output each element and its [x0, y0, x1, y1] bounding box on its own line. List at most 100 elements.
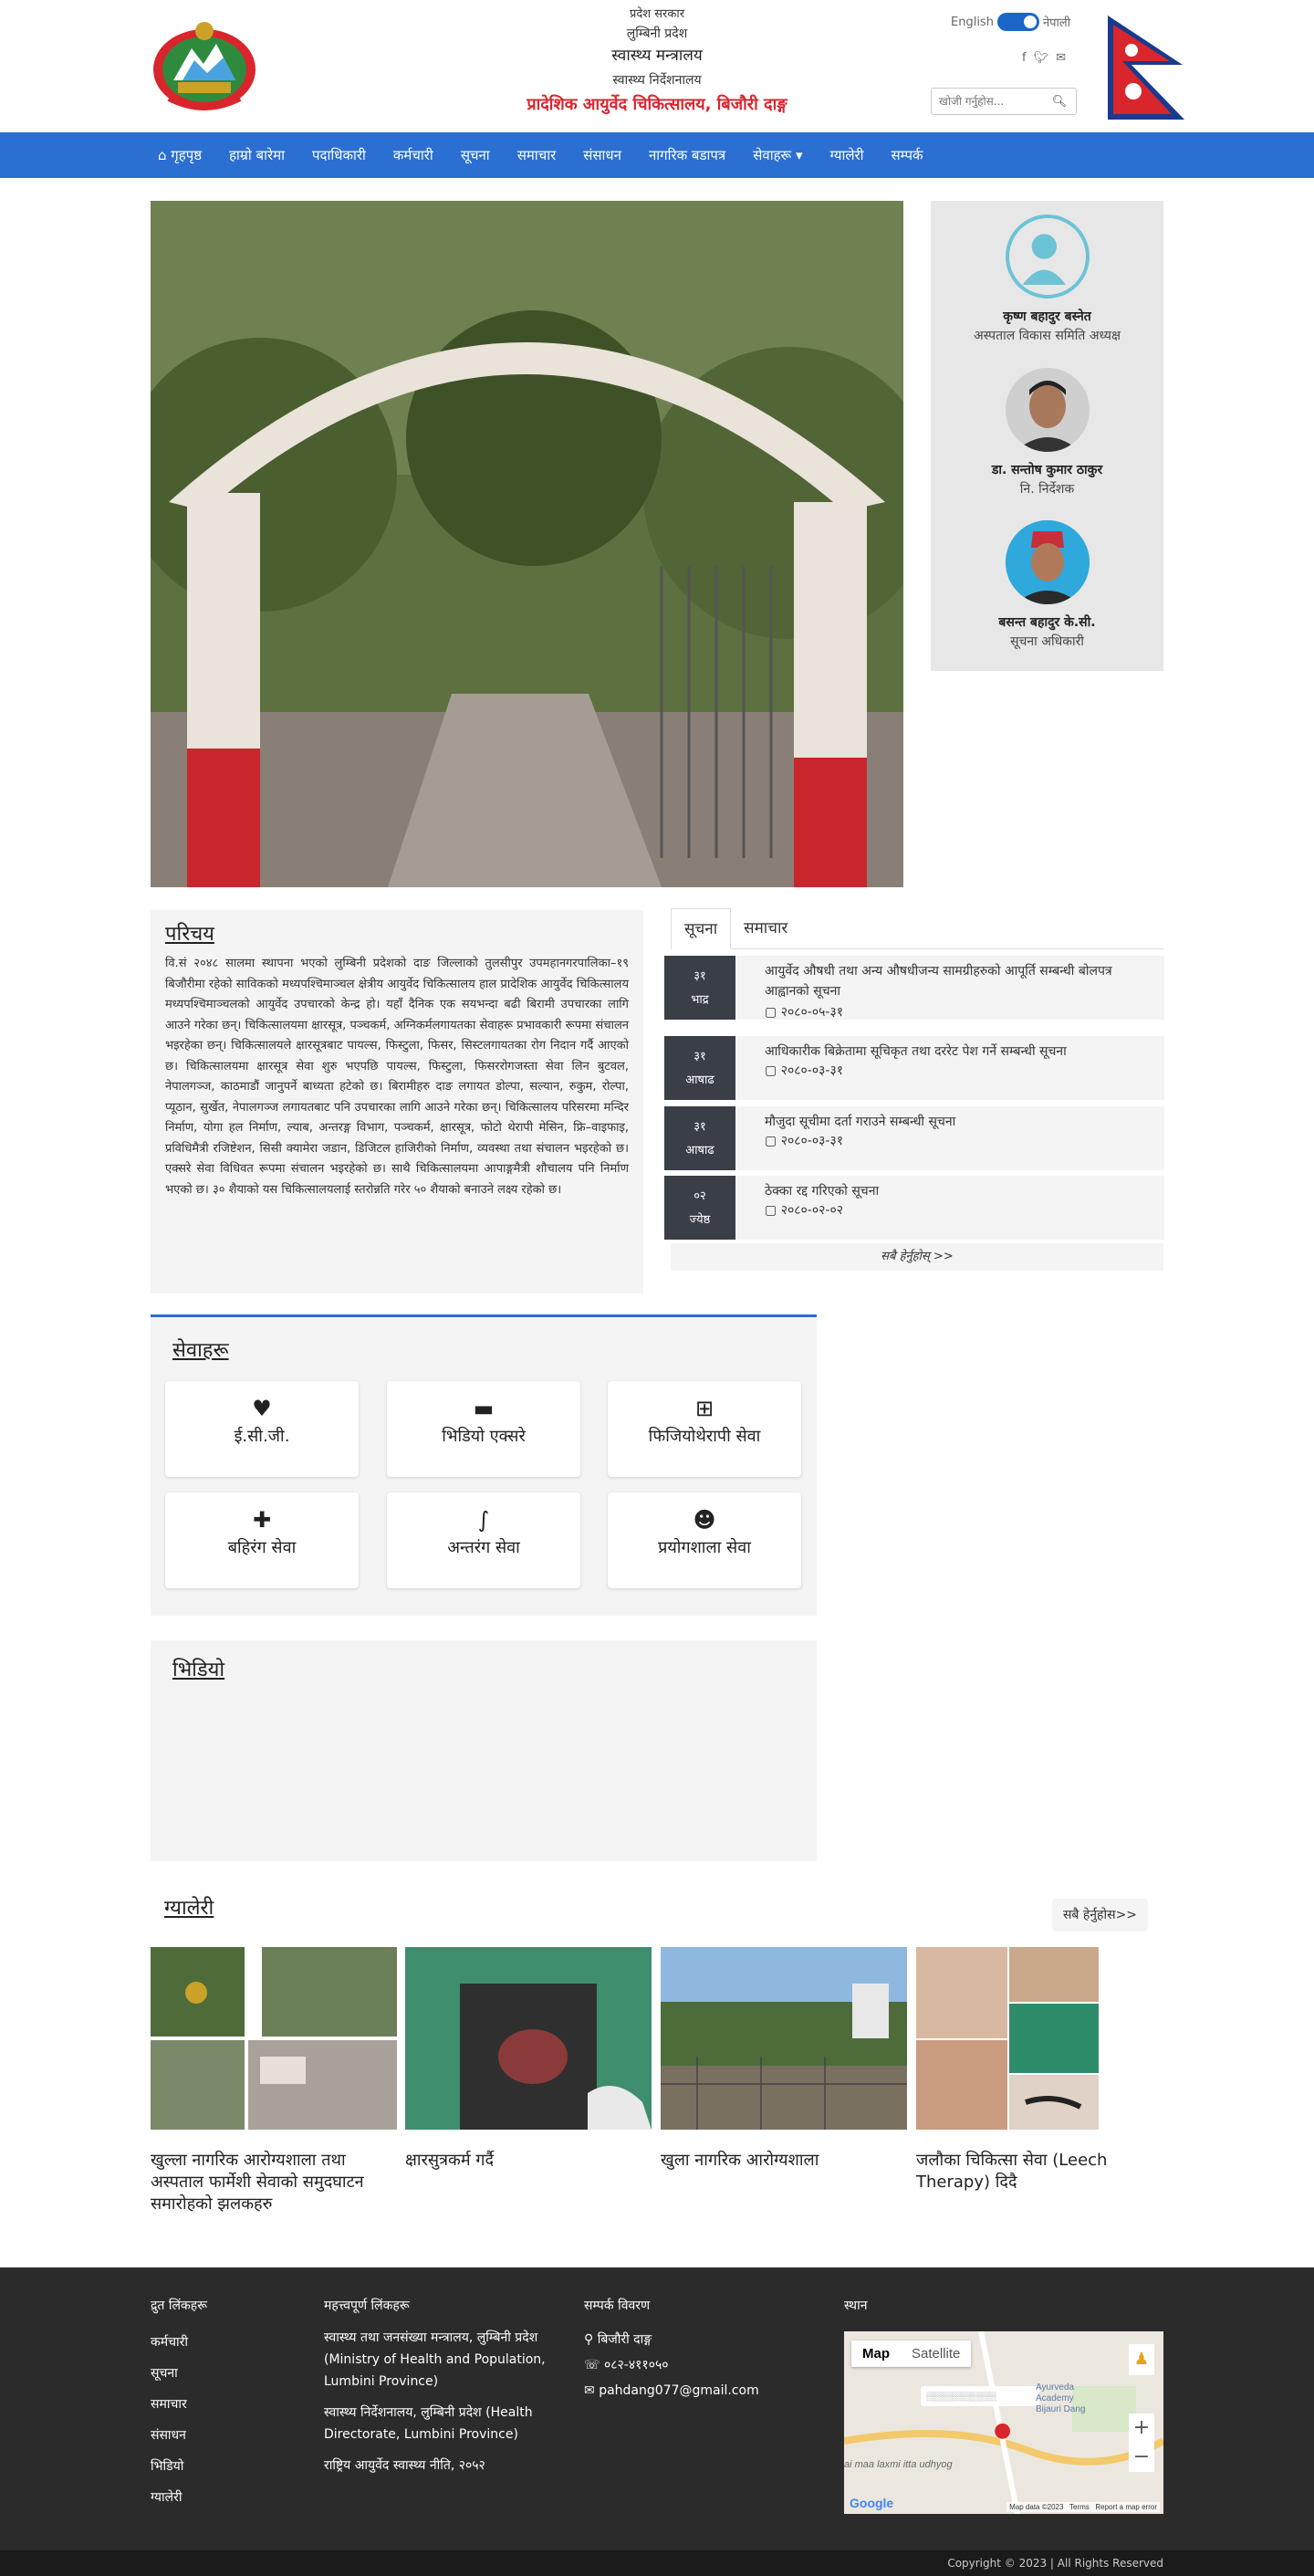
satellite-view-button[interactable]: Satellite	[901, 2340, 971, 2367]
zoom-out-button[interactable]: −	[1129, 2443, 1154, 2472]
contact-email[interactable]: ✉ pahdang077@gmail.com	[584, 2378, 759, 2403]
gallery-photo	[916, 1947, 1163, 2130]
service-card[interactable]: ▬ भिडियो एक्सरे	[387, 1381, 580, 1477]
zoom-controls: + −	[1129, 2414, 1154, 2472]
footer-link-staff[interactable]: कर्मचारी	[151, 2327, 207, 2358]
notice-item[interactable]: ३१ आषाढ मौजुदा सूचीमा दर्ता गराउने सम्बन…	[664, 1106, 1164, 1170]
notice-date-badge: ०२ ज्येष्ठ	[664, 1176, 735, 1240]
official-role: नि. निर्देशक	[1019, 482, 1075, 497]
language-toggle[interactable]	[996, 13, 1039, 31]
gallery-item[interactable]: खुला नागरिक आरोग्यशाला	[661, 1947, 907, 2172]
twitter-icon[interactable]: 🐦︎	[1034, 51, 1049, 65]
footer-heading: सम्पर्क विवरण	[584, 2299, 651, 2313]
nepal-flag	[1108, 16, 1184, 120]
contact-phone[interactable]: ☏ ०८२-४११०५०	[584, 2352, 759, 2378]
section-title: सेवाहरू	[172, 1339, 229, 1362]
notice-tabs: सूचना समाचार	[671, 908, 1163, 949]
notice-title: ठेक्का रद्द गरिएको सूचना	[765, 1184, 880, 1199]
lang-nepali-label: नेपाली	[1042, 16, 1071, 30]
footer-link-notices[interactable]: सूचना	[151, 2358, 207, 2389]
map-marker-pin[interactable]: ●	[994, 2419, 1012, 2443]
nav-gallery[interactable]: ग्यालेरी	[830, 146, 864, 164]
notice-date-badge: ३१ आषाढ	[664, 1036, 735, 1100]
location-column: स्थान	[844, 2297, 868, 2327]
calendar-icon: ▢	[765, 1063, 781, 1078]
search-input[interactable]	[932, 95, 1046, 108]
map-terms-link[interactable]: Terms	[1069, 2503, 1090, 2511]
quick-links-column: द्रुत लिंकहरू कर्मचारी सूचना समाचार संसा…	[151, 2297, 207, 2513]
nav-contact[interactable]: सम्पर्क	[892, 146, 923, 164]
gallery-caption: खुल्ला नागरिक आरोग्यशाला तथा अस्पताल फार…	[151, 2151, 364, 2214]
official-name: बसन्त बहादुर के.सी.	[998, 615, 1096, 630]
officials-panel: कृष्ण बहादुर बस्नेत अस्पताल विकास समिति …	[931, 201, 1163, 671]
notice-title: आयुर्वेद औषधी तथा अन्य औषधीजन्य सामग्रीह…	[765, 964, 1112, 999]
map-marker-icon: ⚲	[584, 2332, 598, 2347]
map-report-link[interactable]: Report a map error	[1095, 2503, 1157, 2511]
footer-link-ministry[interactable]: स्वास्थ्य तथा जनसंख्या मन्त्रालय, लुम्बि…	[324, 2327, 566, 2393]
contact-column: सम्पर्क विवरण ⚲ बिजौरी दाङ्ग ☏ ०८२-४११०५…	[584, 2297, 759, 2403]
footer-link-directorate[interactable]: स्वास्थ्य निर्देशनालय, लुम्बिनी प्रदेश (…	[324, 2402, 566, 2445]
service-card[interactable]: ☻ प्रयोगशाला सेवा	[608, 1492, 801, 1588]
footer-link-video[interactable]: भिडियो	[151, 2451, 207, 2482]
doctor-icon: ☻	[693, 1507, 716, 1533]
footer-heading: द्रुत लिंकहरू	[151, 2299, 208, 2313]
see-all-notices-link[interactable]: सबै हेर्नुहोस् >>	[671, 1243, 1163, 1271]
footer-heading: स्थान	[844, 2299, 868, 2313]
nav-officials[interactable]: पदाधिकारी	[312, 146, 366, 164]
gallery-photo	[151, 1947, 397, 2130]
important-links-column: महत्त्वपूर्ण लिंकहरू स्वास्थ्य तथा जनसंख…	[324, 2297, 566, 2486]
footer-link-resources[interactable]: संसाधन	[151, 2420, 207, 2451]
street-view-pegman-icon[interactable]: ♟	[1129, 2344, 1154, 2375]
service-card[interactable]: ∫ अन्तरंग सेवा	[387, 1492, 580, 1588]
nav-staff[interactable]: कर्मचारी	[393, 146, 433, 164]
user-placeholder-icon	[1022, 234, 1066, 286]
copyright-bar: Copyright © 2023 | All Rights Reserved	[0, 2550, 1314, 2576]
map-view-button[interactable]: Map	[851, 2340, 901, 2367]
footer-link-news[interactable]: समाचार	[151, 2389, 207, 2420]
nav-notices[interactable]: सूचना	[461, 146, 490, 164]
see-all-gallery-button[interactable]: सबै हेर्नुहोस>>	[1052, 1899, 1148, 1932]
nav-services[interactable]: सेवाहरू ▾	[753, 146, 802, 164]
envelope-icon: ✉	[584, 2383, 600, 2398]
plus-square-icon: ⊞	[694, 1396, 714, 1421]
service-card[interactable]: ♥ ई.सी.जी.	[165, 1381, 359, 1477]
notice-title: मौजुदा सूचीमा दर्ता गराउने सम्बन्धी सूचन…	[765, 1115, 956, 1129]
footer-link-gallery[interactable]: ग्यालेरी	[151, 2482, 207, 2513]
calendar-icon: ▢	[765, 1005, 781, 1020]
calendar-icon: ▢	[765, 1203, 781, 1218]
nav-citizen-charter[interactable]: नागरिक बडापत्र	[649, 146, 725, 164]
gallery-item[interactable]: क्षारसुत्रकर्म गर्दै	[405, 1947, 652, 2172]
tab-notices[interactable]: सूचना	[671, 908, 732, 949]
email-icon[interactable]: ✉	[1056, 51, 1066, 65]
gallery-item[interactable]: खुल्ला नागरिक आरोग्यशाला तथा अस्पताल फार…	[151, 1947, 397, 2215]
notice-date: ▢ २०८०-०३-३१	[765, 1063, 844, 1078]
notice-date: ▢ २०८०-०२-०२	[765, 1203, 844, 1218]
gallery-photo	[661, 1947, 907, 2130]
gallery-item[interactable]: जलौका चिकित्सा सेवा (Leech Therapy) दिदै	[916, 1947, 1163, 2194]
nav-about[interactable]: हाम्रो बारेमा	[229, 146, 285, 164]
nav-resources[interactable]: संसाधन	[583, 146, 621, 164]
service-card[interactable]: ⊞ फिजियोथेरापी सेवा	[608, 1381, 801, 1477]
hospital-gate-photo	[151, 201, 903, 887]
facebook-icon[interactable]: f	[1022, 51, 1027, 65]
language-switch: English नेपाली	[951, 13, 1070, 31]
footer-link-policy[interactable]: राष्ट्रिय आयुर्वेद स्वास्थ्य नीति, २०५२	[324, 2455, 566, 2477]
notice-item[interactable]: ०२ ज्येष्ठ ठेक्का रद्द गरिएको सूचना ▢ २०…	[664, 1176, 1164, 1240]
service-card[interactable]: ✚ बहिरंग सेवा	[165, 1492, 359, 1588]
search-icon[interactable]: 🔍︎	[1046, 95, 1073, 109]
embedded-map[interactable]: Map Satellite ♟ + − ░░░░░░░░░░░░ ● Ayurv…	[844, 2331, 1163, 2514]
tab-news[interactable]: समाचार	[731, 908, 800, 949]
nav-news[interactable]: समाचार	[517, 146, 557, 164]
avatar	[1005, 215, 1090, 298]
notice-item[interactable]: ३१ आषाढ आधिकारीक बिक्रेतामा सूचिकृत तथा …	[664, 1036, 1164, 1100]
notice-item[interactable]: ३१ भाद्र आयुर्वेद औषधी तथा अन्य औषधीजन्य…	[664, 956, 1164, 1020]
calendar-icon: ▢	[765, 1134, 781, 1148]
site-footer: द्रुत लिंकहरू कर्मचारी सूचना समाचार संसा…	[0, 2267, 1314, 2550]
search-box: 🔍︎	[931, 88, 1077, 115]
zoom-in-button[interactable]: +	[1129, 2414, 1154, 2443]
nav-home[interactable]: ⌂ गृहपृष्ठ	[158, 146, 202, 164]
google-logo: Google	[850, 2496, 894, 2510]
card-icon: ▬	[473, 1396, 495, 1421]
services-section: सेवाहरू ♥ ई.सी.जी. ▬ भिडियो एक्सरे ⊞ फिज…	[151, 1314, 817, 1616]
heartbeat-icon: ♥	[252, 1396, 272, 1421]
